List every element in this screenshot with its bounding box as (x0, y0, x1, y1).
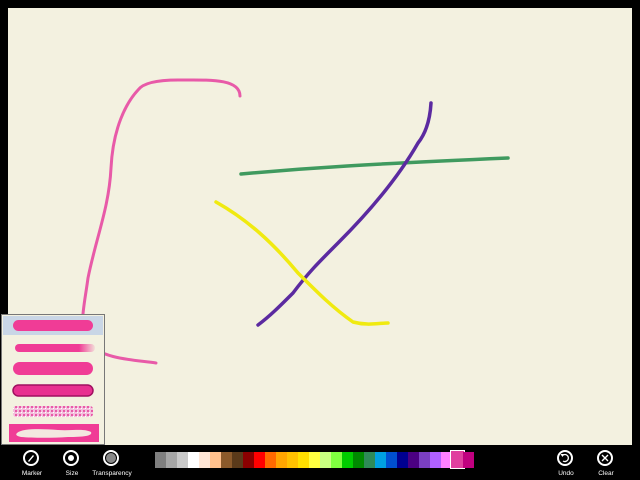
color-swatch[interactable] (276, 452, 287, 468)
color-swatch[interactable] (144, 452, 155, 468)
brush-marker-preview (13, 320, 93, 331)
clear-label: Clear (598, 470, 614, 477)
color-swatch[interactable] (265, 452, 276, 468)
brush-pen-preview (13, 362, 93, 375)
color-swatch[interactable] (430, 452, 441, 468)
transparency-label: Transparency (92, 470, 132, 477)
brush-style-panel (1, 314, 105, 445)
color-swatch[interactable] (342, 452, 353, 468)
brush-calligraphy-preview (12, 384, 94, 397)
color-swatch[interactable] (155, 452, 166, 468)
color-swatch[interactable] (463, 452, 474, 468)
color-swatch[interactable] (419, 452, 430, 468)
transparency-icon (103, 450, 119, 466)
color-swatch[interactable] (298, 452, 309, 468)
clear-button[interactable]: Clear (586, 448, 626, 480)
color-swatch[interactable] (309, 452, 320, 468)
color-swatch[interactable] (177, 452, 188, 468)
color-swatch[interactable] (287, 452, 298, 468)
color-swatch[interactable] (210, 452, 221, 468)
brush-airbrush-preview (15, 344, 95, 352)
marker-icon (23, 450, 39, 466)
purple-stroke (256, 101, 433, 327)
color-swatch[interactable] (199, 452, 210, 468)
color-swatch[interactable] (232, 452, 243, 468)
color-swatch[interactable] (243, 452, 254, 468)
color-swatch[interactable] (331, 452, 342, 468)
size-icon (63, 450, 79, 466)
color-swatch[interactable] (166, 452, 177, 468)
color-swatch[interactable] (397, 452, 408, 468)
yellow-stroke (214, 200, 390, 326)
brush-crayon-option[interactable] (3, 402, 103, 421)
pink-stroke (81, 78, 242, 365)
color-swatch[interactable] (375, 452, 386, 468)
transparency-button[interactable]: Transparency (92, 448, 132, 480)
color-swatch[interactable] (188, 452, 199, 468)
brush-highlighter-option[interactable] (3, 423, 103, 442)
color-swatch[interactable] (254, 452, 265, 468)
clear-icon (597, 450, 613, 466)
color-swatch[interactable] (386, 452, 397, 468)
brush-marker-option[interactable] (3, 316, 103, 335)
brush-highlighter-preview (9, 424, 99, 442)
brush-pen-option[interactable] (3, 359, 103, 378)
undo-icon (557, 450, 573, 466)
brush-airbrush-option[interactable] (3, 338, 103, 357)
green-stroke (239, 156, 510, 176)
color-swatch[interactable] (364, 452, 375, 468)
color-swatch[interactable] (320, 452, 331, 468)
brush-crayon-preview (13, 406, 93, 417)
color-swatch[interactable] (353, 452, 364, 468)
color-swatch[interactable] (221, 452, 232, 468)
brush-calligraphy-option[interactable] (3, 381, 103, 400)
color-swatch[interactable] (408, 452, 419, 468)
